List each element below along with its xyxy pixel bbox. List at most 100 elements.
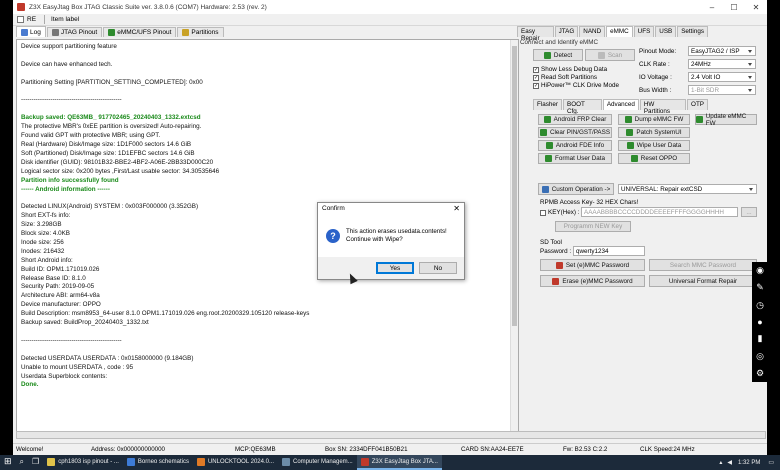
- rpmb-browse-button[interactable]: ...: [741, 207, 757, 217]
- format-icon: [544, 155, 552, 162]
- task-view-icon[interactable]: ❐: [28, 455, 43, 470]
- bus-width-select[interactable]: 1-Bit SDR: [688, 85, 756, 95]
- tab-emmc-pinout[interactable]: eMMC/UFS Pinout: [103, 27, 177, 37]
- re-icon: [17, 16, 24, 23]
- chip-icon: [108, 29, 116, 36]
- tab-jtag[interactable]: JTAG: [554, 26, 579, 37]
- pinout-mode-select[interactable]: EasyJTAG2 / ISP: [688, 46, 756, 56]
- right-tabs: Easy Repair JTAG NAND eMMC UFS USB Setti…: [517, 26, 709, 42]
- log-line: Device can have enhanced tech.: [21, 60, 113, 68]
- tab-flasher[interactable]: Flasher: [533, 99, 562, 110]
- dialog-close-icon[interactable]: ✕: [453, 205, 460, 213]
- clk-rate-select[interactable]: 24MHz: [688, 59, 756, 69]
- log-line: Userdata Superblock contents:: [21, 372, 108, 380]
- tab-usb[interactable]: USB: [655, 26, 677, 37]
- connect-group-label: Connect and Identify eMMC: [520, 39, 599, 46]
- search-mmc-password-button[interactable]: Search MMC Password: [649, 259, 757, 271]
- item-label-button[interactable]: Item label: [51, 16, 79, 23]
- password-label: Password :: [540, 248, 572, 255]
- log-line: Backup saved: QE63MB_ 917702465_20240403…: [21, 114, 201, 122]
- detect-icon: [543, 51, 551, 59]
- partition-icon: [182, 29, 190, 36]
- taskbar-item-computer-management[interactable]: Computer Managem...: [278, 455, 357, 470]
- notification-icon[interactable]: ▭: [768, 459, 774, 466]
- tab-nand[interactable]: NAND: [579, 26, 606, 37]
- tab-hw-partitions[interactable]: HW Partitions: [639, 99, 687, 115]
- status-clk: CLK Speed:24 MHz: [640, 446, 695, 453]
- android-frp-clear-button[interactable]: Android FRP Clear: [538, 114, 612, 125]
- log-line: Soft (Partitioned) Disk/Image size: 1D1E…: [21, 149, 195, 157]
- left-tabs: Log JTAG Pinout eMMC/UFS Pinout Partitio…: [16, 26, 519, 37]
- log-line: Done.: [21, 381, 39, 389]
- tab-log[interactable]: Log: [16, 26, 46, 37]
- network-icon[interactable]: ▴: [719, 459, 722, 466]
- reset-oppo-button[interactable]: Reset OPPO: [618, 153, 690, 164]
- tab-advanced[interactable]: Advanced: [602, 99, 639, 110]
- tab-easy-repair[interactable]: Easy Repair: [517, 26, 554, 42]
- io-voltage-label: IO Voltage :: [639, 74, 672, 81]
- dump-emmc-fw-button[interactable]: Dump eMMC FW: [618, 114, 690, 125]
- universal-format-repair-button[interactable]: Universal Format Repair: [649, 275, 757, 287]
- taskbar-item-chrome[interactable]: cph1803 isp pinout - ...: [43, 455, 123, 470]
- tab-emmc[interactable]: eMMC: [606, 26, 633, 37]
- scan-button[interactable]: Scan: [585, 49, 635, 61]
- custom-operation-button[interactable]: Custom Operation ->: [538, 183, 614, 195]
- yes-button[interactable]: Yes: [376, 262, 414, 274]
- log-icon: [21, 28, 28, 36]
- set-emmc-password-button[interactable]: Set (e)MMC Password: [540, 259, 645, 271]
- minimize-icon[interactable]: –: [701, 3, 723, 12]
- taskbar-item-borneo[interactable]: Borneo schematics: [123, 455, 193, 470]
- rpmb-key-checkbox[interactable]: KEY(Hex) :: [540, 209, 580, 216]
- clock[interactable]: 1:32 PM: [738, 460, 760, 466]
- log-line: Real (Hardware) Disk/Image size: 1D1F000…: [21, 140, 192, 148]
- tab-settings[interactable]: Settings: [677, 26, 708, 37]
- password-input[interactable]: qwerty1234: [573, 246, 645, 256]
- mic-icon[interactable]: ●: [757, 317, 762, 327]
- right-panel: Easy Repair JTAG NAND eMMC UFS USB Setti…: [517, 26, 757, 438]
- patch-systemui-button[interactable]: Patch SystemUI: [618, 127, 690, 138]
- taskbar-item-z3x[interactable]: Z3X EasyJtag Box JTA...: [356, 455, 442, 470]
- show-less-debug-checkbox[interactable]: ✓ Show Less Debug Data: [533, 66, 607, 73]
- start-icon[interactable]: ⊞: [0, 455, 16, 470]
- wrench-icon: [541, 185, 549, 193]
- rpmb-key-input[interactable]: AAAABBBBCCCCDDDDEEEEFFFFGGGGHHHH: [581, 207, 738, 217]
- emmc-sub-tabs: Flasher BOOT Cfg. Advanced HW Partitions…: [533, 99, 709, 115]
- re-button[interactable]: RE: [17, 16, 36, 23]
- tab-ufs[interactable]: UFS: [633, 26, 655, 37]
- tab-otp[interactable]: OTP: [687, 99, 708, 110]
- read-soft-partitions-checkbox[interactable]: ✓ Read Soft Partitions: [533, 74, 597, 81]
- detect-button[interactable]: Detect: [533, 49, 583, 61]
- search-icon[interactable]: ⌕: [16, 455, 28, 470]
- volume-icon[interactable]: ◀: [727, 459, 732, 466]
- close-icon[interactable]: ✕: [745, 3, 767, 12]
- webcam-icon[interactable]: ◎: [756, 351, 764, 362]
- clear-pin-button[interactable]: Clear PIN/GST/PASS: [538, 127, 612, 138]
- brush-icon[interactable]: ▮: [758, 333, 763, 344]
- hipower-clk-checkbox[interactable]: ✓ HiPower™ CLK Drive Mode: [533, 82, 619, 89]
- android-fde-info-button[interactable]: Android FDE Info: [538, 140, 612, 151]
- erase-emmc-password-button[interactable]: Erase (e)MMC Password: [540, 275, 645, 287]
- program-new-key-button[interactable]: Programm NEW Key: [555, 221, 631, 232]
- log-line: Partition info successfully found: [21, 176, 119, 184]
- status-card-sn: CARD SN:AA24-EE7E: [461, 446, 524, 453]
- status-fw: Fw: B2.53 C:2.2: [563, 446, 608, 453]
- taskbar-item-unlocktool[interactable]: UNLOCKTOOL 2024.0...: [193, 455, 278, 470]
- format-user-data-button[interactable]: Format User Data: [538, 153, 612, 164]
- tab-jtag-pinout[interactable]: JTAG Pinout: [46, 27, 103, 37]
- settings-icon[interactable]: ⚙: [756, 368, 764, 379]
- wipe-user-data-button[interactable]: Wipe User Data: [618, 140, 690, 151]
- frp-icon: [543, 116, 551, 123]
- maximize-icon[interactable]: ☐: [723, 3, 745, 12]
- tab-partitions[interactable]: Partitions: [177, 27, 224, 37]
- jtag-icon: [51, 29, 59, 36]
- pin-icon: [539, 129, 547, 136]
- update-emmc-fw-button[interactable]: Update eMMC FW: [695, 113, 757, 127]
- io-voltage-select[interactable]: 2.4 Volt IO: [688, 72, 756, 82]
- camera-icon[interactable]: ◉: [756, 265, 764, 276]
- no-button[interactable]: No: [419, 262, 457, 274]
- tab-boot-cfg[interactable]: BOOT Cfg.: [563, 99, 602, 115]
- pen-icon[interactable]: ✎: [756, 282, 764, 293]
- timer-icon[interactable]: ◷: [756, 300, 764, 311]
- custom-operation-select[interactable]: UNIVERSAL: Repair extCSD: [618, 184, 757, 194]
